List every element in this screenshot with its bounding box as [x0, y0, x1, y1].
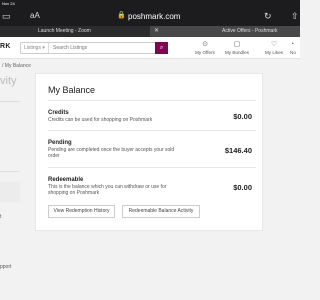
nav-notifications[interactable]: ◔ No [290, 40, 304, 55]
nav-my-bundles[interactable]: ▢ My Bundles [224, 40, 250, 55]
sidebar-divider [0, 101, 20, 102]
pending-description: Pending are completed once the buyer acc… [48, 147, 175, 159]
site-logo[interactable]: RK [0, 43, 11, 50]
nav-my-likes[interactable]: ♡ My Likes [261, 40, 287, 55]
tab-poshmark[interactable]: ✕ Active Offers - Poshmark [150, 26, 300, 37]
nav-my-offers[interactable]: ⊙ My Offers [192, 40, 218, 55]
text-size-button[interactable]: aA [30, 6, 40, 26]
sidebar-item-active[interactable] [0, 182, 20, 202]
heart-icon: ♡ [270, 41, 278, 48]
credits-amount: $0.00 [233, 112, 252, 121]
search-icon: ⌕ [159, 45, 164, 51]
pending-title: Pending [48, 140, 72, 146]
offers-icon: ⊙ [202, 41, 208, 48]
sidebar-divider [0, 171, 20, 172]
search-bar: Listings ▾ ⌕ [20, 42, 168, 54]
sidebar-toggle-icon[interactable]: ▭ [2, 6, 11, 26]
page-title: My Balance [48, 85, 96, 95]
search-button[interactable]: ⌕ [155, 42, 168, 54]
tab-title: Launch Meeting - Zoom [38, 28, 91, 34]
search-category-select[interactable]: Listings ▾ [21, 43, 49, 53]
sidebar-title: vity [0, 75, 17, 87]
sidebar-item-support[interactable]: pport [0, 264, 11, 270]
pending-amount: $146.40 [224, 146, 252, 155]
sidebar-item[interactable]: t [0, 214, 1, 220]
credits-description: Credits can be used for shopping on Posh… [48, 117, 153, 123]
address-bar[interactable]: poshmark.com [128, 12, 180, 21]
search-input[interactable] [51, 43, 155, 53]
browser-toolbar: ▭ aA 🔒 poshmark.com ↻ ⇧ [0, 6, 300, 26]
credits-title: Credits [48, 110, 69, 116]
redeemable-title: Redeemable [48, 177, 84, 183]
view-redemption-history-button[interactable]: View Redemption History [48, 205, 115, 218]
balance-card: My Balance Credits Credits can be used f… [35, 73, 263, 231]
close-tab-icon[interactable]: ✕ [154, 26, 159, 37]
bell-icon: ◔ [290, 41, 295, 48]
site-header: RK Listings ▾ ⌕ ⊙ My Offers ▢ My Bundles… [0, 37, 300, 59]
divider [48, 100, 256, 101]
reload-icon[interactable]: ↻ [264, 6, 272, 26]
tab-zoom[interactable]: Launch Meeting - Zoom [0, 26, 150, 37]
tab-bar: Launch Meeting - Zoom ✕ Active Offers - … [0, 26, 300, 37]
redeemable-balance-activity-button[interactable]: Redeemable Balance Activity [122, 205, 200, 218]
tab-title: Active Offers - Poshmark [222, 28, 278, 34]
lock-icon: 🔒 [117, 12, 126, 19]
share-icon[interactable]: ⇧ [291, 6, 299, 26]
bundle-icon: ▢ [233, 41, 241, 48]
redeemable-description: This is the balance which you can withdr… [48, 184, 167, 196]
redeemable-amount: $0.00 [233, 183, 252, 192]
breadcrumb[interactable]: / My Balance [2, 63, 31, 69]
divider [48, 130, 256, 131]
divider [48, 167, 256, 168]
